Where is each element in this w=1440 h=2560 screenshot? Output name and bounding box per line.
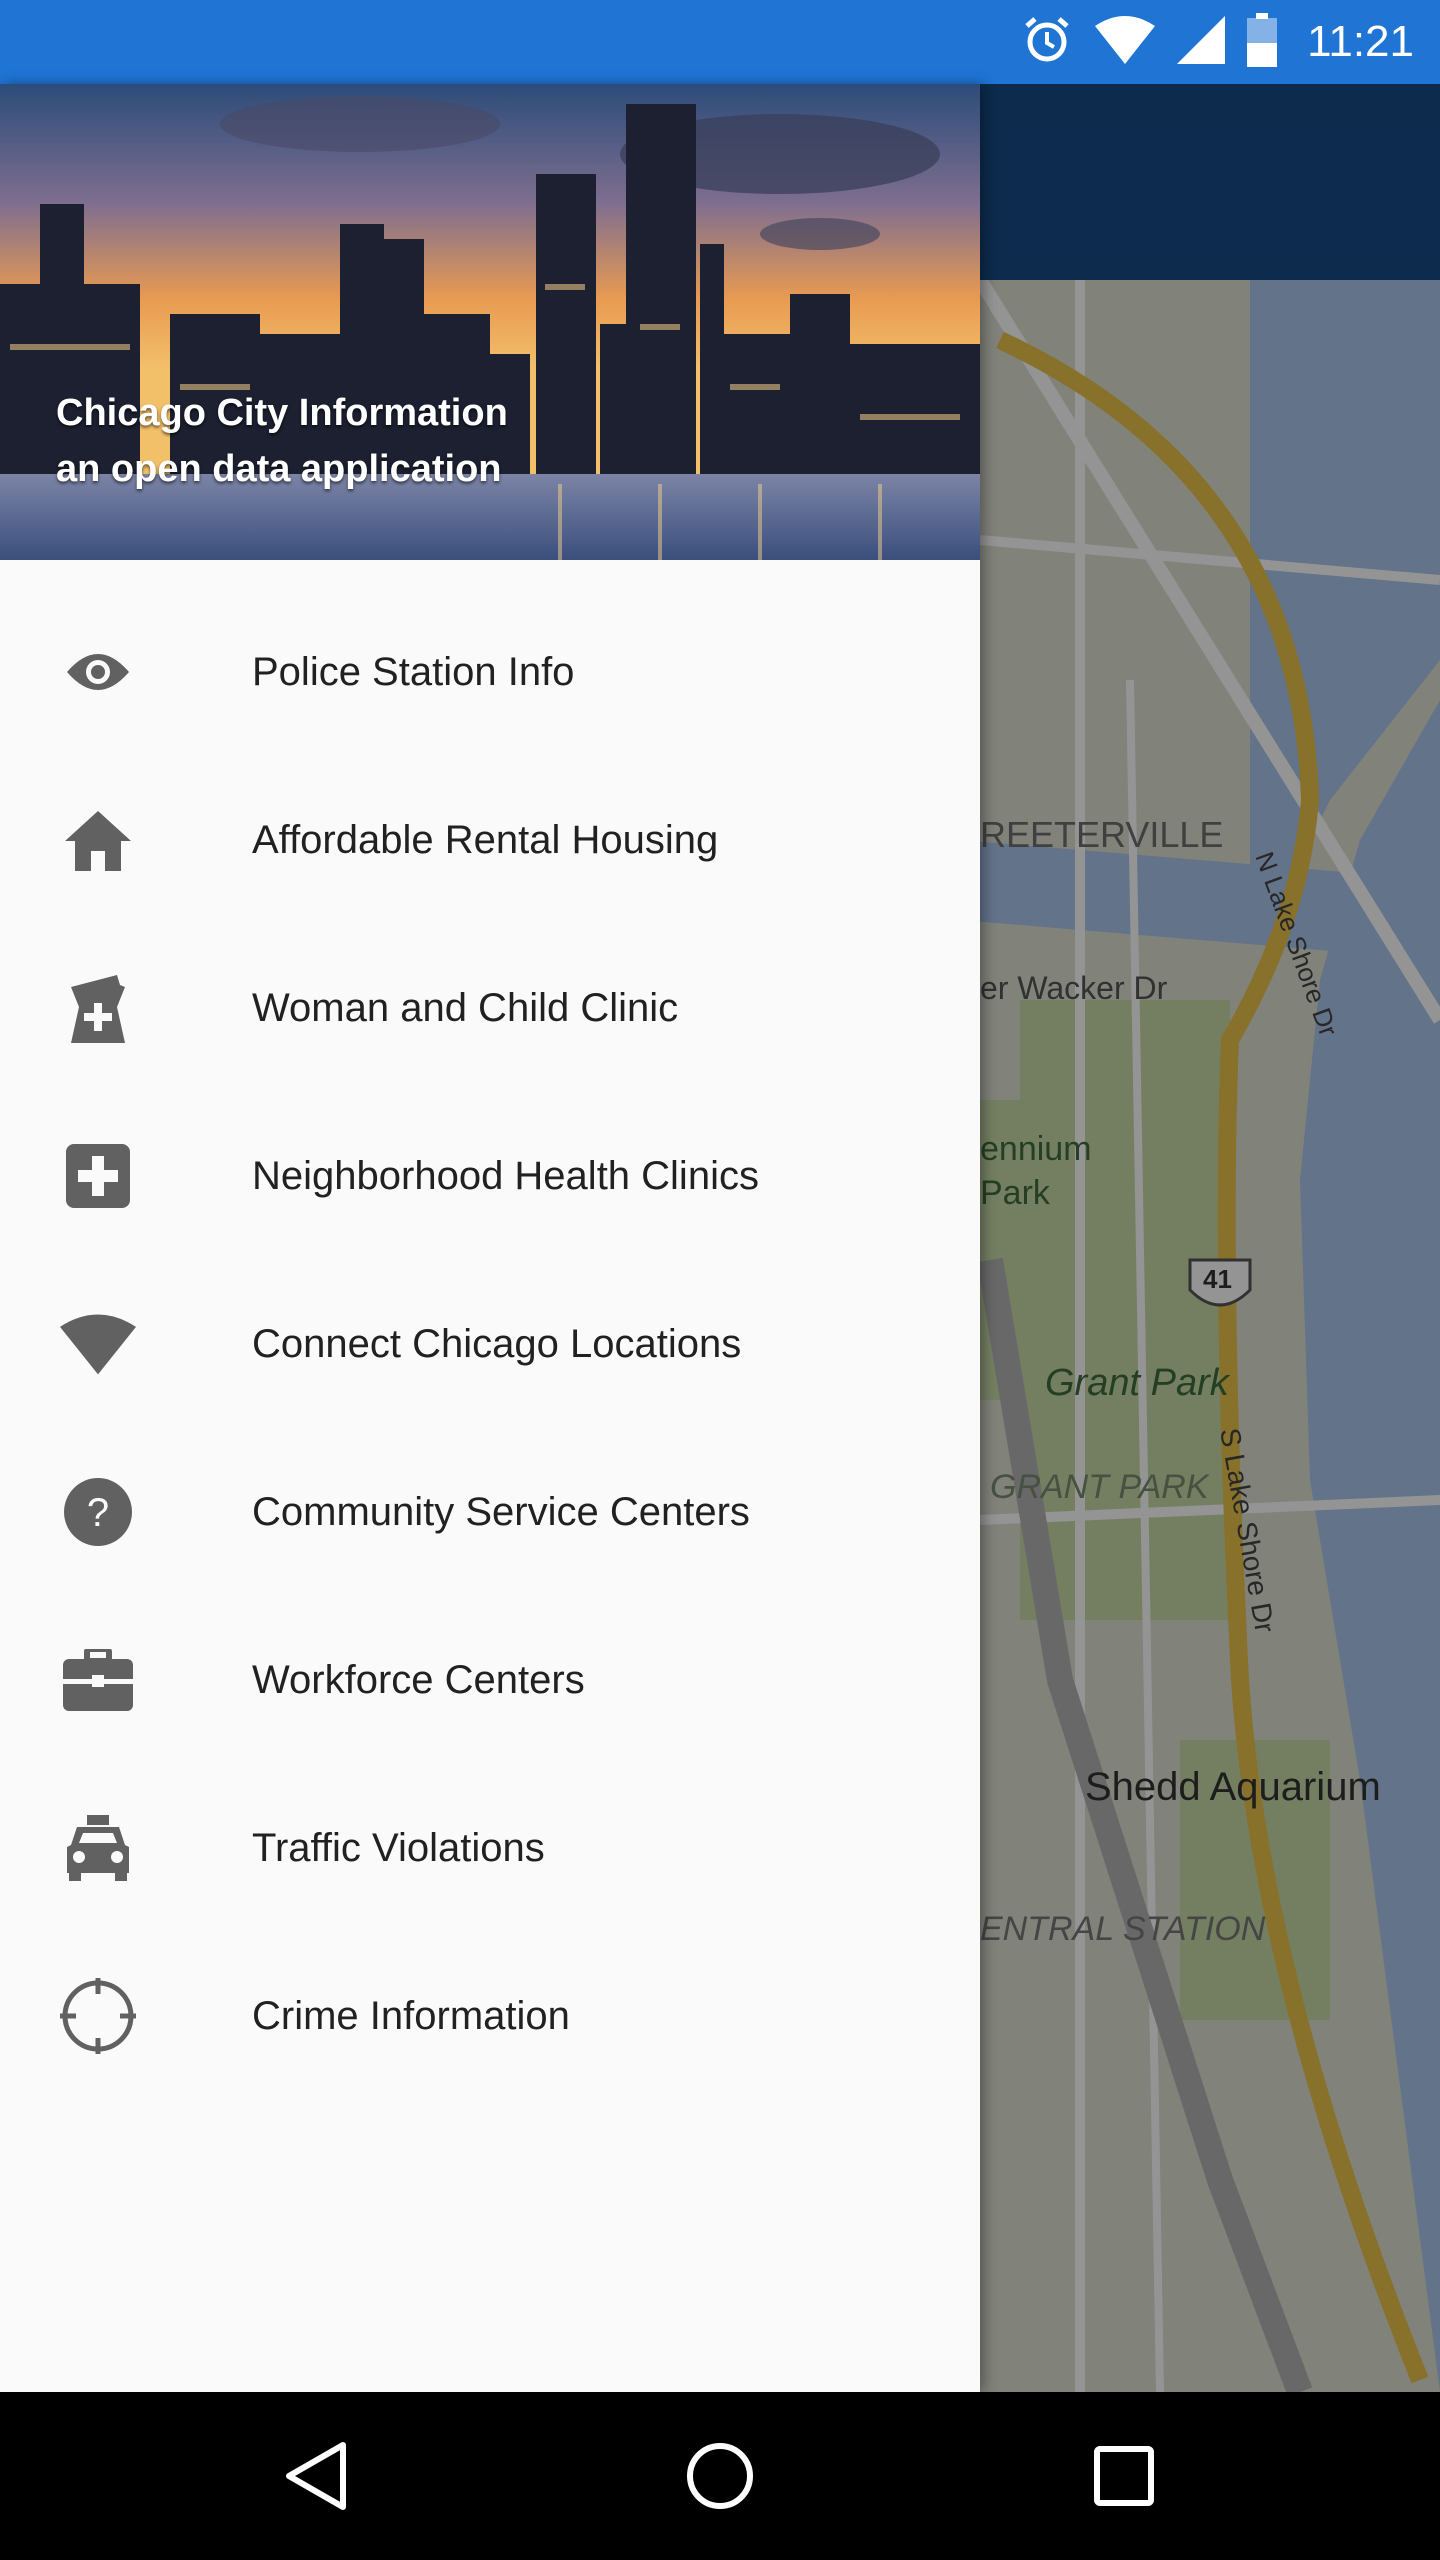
hospital-icon (60, 1138, 136, 1214)
menu-item-label: Police Station Info (252, 649, 575, 694)
taxi-icon (60, 1810, 136, 1886)
menu-item-label: Community Service Centers (252, 1489, 750, 1534)
system-navigation-bar (0, 2392, 1440, 2560)
menu-item-crime-information[interactable]: Crime Information (0, 1932, 980, 2100)
menu-item-police-station-info[interactable]: Police Station Info (0, 588, 980, 756)
menu-item-affordable-rental-housing[interactable]: Affordable Rental Housing (0, 756, 980, 924)
drawer-header: Chicago City Information an open data ap… (0, 84, 980, 560)
menu-item-workforce-centers[interactable]: Workforce Centers (0, 1596, 980, 1764)
eye-icon (60, 634, 136, 710)
menu-item-community-service-centers[interactable]: ? Community Service Centers (0, 1428, 980, 1596)
menu-item-woman-and-child-clinic[interactable]: Woman and Child Clinic (0, 924, 980, 1092)
home-icon (60, 802, 136, 878)
status-bar: 11:21 (0, 0, 1440, 84)
menu-item-label: Crime Information (252, 1993, 570, 2038)
crosshair-icon (60, 1978, 136, 2054)
recents-icon[interactable] (1080, 2432, 1168, 2520)
cell-signal-icon (1177, 14, 1226, 71)
menu-item-label: Woman and Child Clinic (252, 985, 679, 1030)
menu-item-traffic-violations[interactable]: Traffic Violations (0, 1764, 980, 1932)
alarm-icon (1021, 14, 1073, 71)
menu-item-label: Neighborhood Health Clinics (252, 1153, 759, 1198)
pharmacy-icon (60, 970, 136, 1046)
drawer-menu: Police Station Info Affordable Rental Ho… (0, 588, 980, 2100)
drawer-header-subtitle: an open data application (56, 448, 502, 490)
menu-item-label: Traffic Violations (252, 1825, 545, 1870)
navigation-drawer: Chicago City Information an open data ap… (0, 84, 980, 2392)
home-circle-icon[interactable] (676, 2432, 764, 2520)
menu-item-connect-chicago-locations[interactable]: Connect Chicago Locations (0, 1260, 980, 1428)
menu-item-label: Affordable Rental Housing (252, 817, 719, 862)
menu-item-neighborhood-health-clinics[interactable]: Neighborhood Health Clinics (0, 1092, 980, 1260)
wifi-icon (1095, 14, 1156, 71)
battery-icon (1247, 12, 1278, 72)
back-icon[interactable] (272, 2432, 360, 2520)
help-icon: ? (60, 1474, 136, 1550)
status-time: 11:21 (1307, 17, 1414, 66)
drawer-header-title: Chicago City Information (56, 392, 508, 434)
wifi-icon (60, 1306, 136, 1382)
svg-text:?: ? (87, 1491, 109, 1535)
menu-item-label: Connect Chicago Locations (252, 1321, 742, 1366)
briefcase-icon (60, 1642, 136, 1718)
menu-item-label: Workforce Centers (252, 1657, 585, 1702)
